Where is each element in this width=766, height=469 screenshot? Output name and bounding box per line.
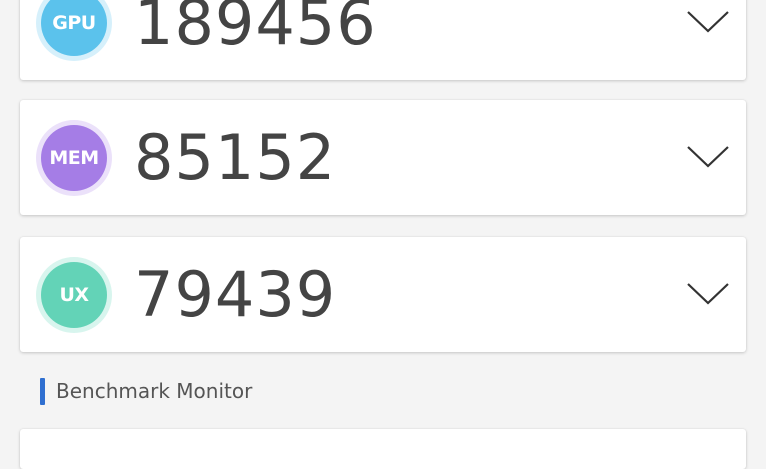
chevron-down-icon[interactable] [686,144,730,170]
gpu-score: 189456 [134,0,377,59]
ux-badge-label: UX [41,262,107,328]
ux-badge: UX [36,257,112,333]
ux-score: 79439 [134,258,337,331]
mem-badge-label: MEM [41,125,107,191]
score-card-ux[interactable]: UX 79439 [20,237,746,352]
benchmark-monitor-card[interactable] [20,429,746,469]
mem-score: 85152 [134,121,337,194]
section-header: Benchmark Monitor [40,377,252,405]
gpu-badge-label: GPU [41,0,107,56]
section-title: Benchmark Monitor [56,379,253,403]
mem-badge: MEM [36,120,112,196]
section-accent-bar [40,377,45,405]
gpu-badge: GPU [36,0,112,61]
score-card-mem[interactable]: MEM 85152 [20,100,746,215]
chevron-down-icon[interactable] [686,281,730,307]
chevron-down-icon[interactable] [686,9,730,35]
score-card-gpu[interactable]: GPU 189456 [20,0,746,80]
